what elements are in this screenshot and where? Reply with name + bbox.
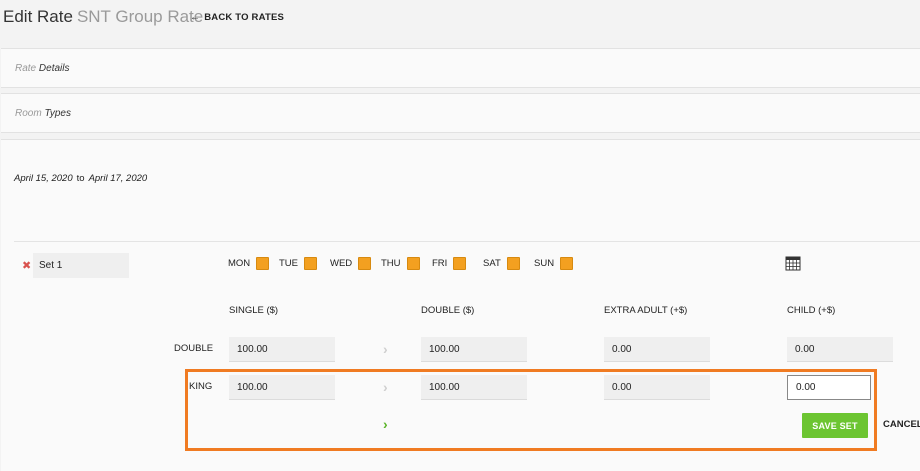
day-wed[interactable]: WED (330, 257, 372, 270)
rate-details-label-light: Rate (15, 63, 37, 74)
room-types-label-light: Room (15, 108, 42, 119)
end-date: April 17, 2020 (88, 173, 148, 184)
cancel-button[interactable]: CANCEL (883, 419, 920, 430)
day-sun[interactable]: SUN (534, 257, 574, 270)
room-types-label: Room Types (15, 108, 71, 119)
checkbox-thu[interactable] (406, 257, 420, 270)
rate-details-label: Rate Details (15, 63, 69, 74)
back-to-rates-label: BACK TO RATES (204, 12, 285, 23)
column-header-extra-adult: EXTRA ADULT (+$) (604, 305, 688, 316)
column-header-single: SINGLE ($) (229, 305, 279, 316)
day-mon-label: MON (228, 258, 251, 270)
date-range: April 15, 2020 to April 17, 2020 (14, 173, 147, 184)
column-header-double: DOUBLE ($) (421, 305, 475, 316)
day-mon[interactable]: MON (228, 257, 270, 270)
day-sat-label: SAT (483, 258, 501, 270)
close-icon[interactable]: ✖ (22, 259, 31, 272)
day-thu[interactable]: THU (381, 257, 420, 270)
checkbox-fri[interactable] (453, 257, 467, 270)
page-title-main: Edit Rate (3, 7, 73, 26)
day-thu-label: THU (381, 258, 401, 270)
back-to-rates-link[interactable]: ← BACK TO RATES (190, 12, 284, 23)
extra-adult-input[interactable] (604, 337, 710, 362)
day-wed-label: WED (330, 258, 353, 270)
page-title: Edit Rate SNT Group Rate (3, 7, 203, 27)
calendar-icon[interactable] (785, 255, 801, 271)
day-fri[interactable]: FRI (432, 257, 467, 270)
room-type-label: DOUBLE (174, 343, 214, 354)
rate-details-panel[interactable]: Rate Details (1, 48, 920, 88)
arrow-left-icon: ← (190, 12, 201, 23)
page-header: Edit Rate SNT Group Rate ← BACK TO RATES (0, 0, 920, 36)
checkbox-tue[interactable] (304, 257, 317, 270)
day-sun-label: SUN (534, 258, 555, 270)
day-sat[interactable]: SAT (483, 257, 520, 270)
day-tue-label: TUE (279, 258, 298, 270)
start-date: April 15, 2020 (14, 173, 73, 184)
checkbox-sat[interactable] (506, 257, 520, 270)
checkbox-mon[interactable] (256, 257, 270, 270)
highlight-box (185, 369, 877, 451)
rate-details-label-bold: Details (38, 63, 70, 74)
room-types-panel[interactable]: Room Types (1, 93, 920, 133)
chevron-right-icon[interactable]: › (383, 341, 388, 357)
divider (14, 241, 920, 242)
checkbox-sun[interactable] (560, 257, 574, 270)
checkbox-wed[interactable] (358, 257, 372, 270)
set-name-input[interactable] (33, 253, 129, 278)
child-input[interactable] (787, 337, 893, 362)
single-rate-input[interactable] (229, 337, 335, 362)
column-header-child: CHILD (+$) (787, 305, 836, 316)
day-tue[interactable]: TUE (279, 257, 317, 270)
room-types-label-bold: Types (44, 108, 71, 119)
rate-name: SNT Group Rate (76, 7, 204, 26)
double-rate-input[interactable] (421, 337, 527, 362)
day-fri-label: FRI (432, 258, 448, 270)
date-range-separator: to (76, 173, 85, 184)
save-set-button[interactable]: SAVE SET (802, 413, 868, 438)
